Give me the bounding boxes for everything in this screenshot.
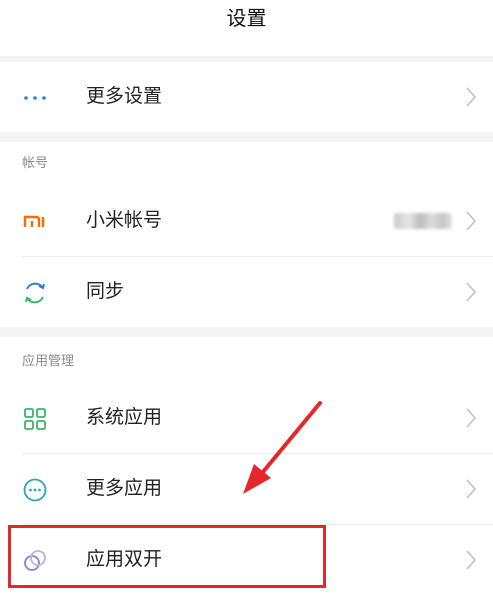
more-apps-row[interactable]: 更多应用 [0,454,493,524]
chevron-right-icon [466,479,477,499]
chevron-right-icon [466,282,477,302]
header: 设置 [0,0,493,56]
sync-row[interactable]: 同步 [0,257,493,327]
section-gap [0,327,493,337]
ellipsis-icon [24,96,46,100]
system-apps-label: 系统应用 [86,406,163,428]
chevron-right-icon [466,408,477,428]
more-apps-label: 更多应用 [86,477,163,499]
dual-circles-icon [24,550,46,571]
section-label-account: 帐号 [22,156,49,171]
more-settings-label: 更多设置 [86,85,163,107]
chevron-right-icon [466,550,477,570]
chevron-right-icon [466,87,477,107]
grid-icon [24,408,46,430]
more-settings-row[interactable]: 更多设置 [0,62,493,132]
mi-logo-icon [23,215,45,227]
system-apps-row[interactable]: 系统应用 [0,383,493,453]
page-title: 设置 [226,6,267,30]
section-gap [0,132,493,142]
more-circle-icon [23,478,47,502]
sync-label: 同步 [86,280,125,302]
sync-icon [25,282,45,304]
dual-apps-label: 应用双开 [86,548,163,570]
mi-account-row[interactable]: 小米帐号 [0,186,493,256]
blurred-account-id [394,213,452,229]
mi-account-label: 小米帐号 [86,209,163,231]
section-label-app-management: 应用管理 [22,354,75,369]
chevron-right-icon [466,211,477,231]
dual-apps-row[interactable]: 应用双开 [0,525,493,595]
